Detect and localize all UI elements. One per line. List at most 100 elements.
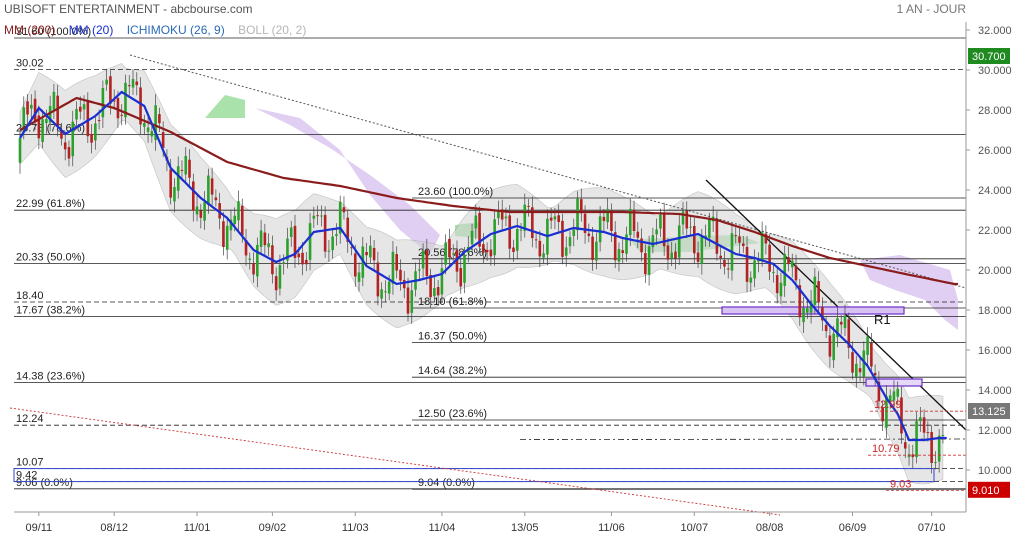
candle-body — [824, 324, 828, 332]
fib-label-mid: 14.64 (38.2%) — [418, 365, 487, 377]
candle-body — [677, 225, 681, 258]
candle-body — [207, 175, 210, 206]
price-level-label: 10.79 — [872, 443, 900, 455]
candle-body — [489, 249, 493, 257]
fib-label-left: 30.02 — [16, 58, 44, 70]
candle-body — [335, 234, 338, 236]
candle-body — [787, 257, 790, 265]
fib-label-left: 14.38 (23.6%) — [16, 370, 85, 382]
candle-body — [41, 119, 44, 142]
period-label: 1 AN - JOUR — [896, 2, 966, 16]
candle-body — [666, 245, 670, 260]
candle-body — [523, 204, 527, 231]
candle-body — [376, 262, 380, 297]
fib-label-mid: 23.60 (100.0%) — [418, 186, 493, 198]
trendline-support — [9, 407, 781, 516]
x-tick-label: 08/12 — [100, 522, 128, 534]
candle-body — [508, 215, 512, 249]
fib-label-mid: 9.04 (0.0%) — [418, 477, 475, 489]
candle-body — [527, 205, 530, 207]
candle-body — [150, 131, 154, 137]
candle-body — [576, 198, 579, 231]
candle-body — [357, 272, 361, 282]
candle-body — [515, 229, 519, 251]
candle-body — [854, 363, 858, 378]
candle-body — [738, 236, 741, 243]
y-tick-label: 30.000 — [978, 65, 1012, 77]
candle-body — [135, 81, 139, 86]
legend-mm20[interactable]: MM (20) — [69, 23, 114, 37]
candle-body — [813, 276, 817, 305]
candle-body — [418, 269, 421, 271]
candle-body — [689, 226, 692, 228]
candle-body — [203, 202, 206, 221]
candle-body — [448, 238, 451, 258]
candle-body — [519, 229, 523, 231]
candle-body — [63, 142, 67, 150]
candle-body — [78, 106, 82, 112]
candle-body — [930, 432, 933, 463]
candle-body — [926, 432, 930, 434]
fib-label-mid: 16.37 (50.0%) — [418, 331, 487, 343]
candle-body — [595, 241, 598, 261]
x-tick-label: 07/10 — [918, 522, 946, 534]
candle-body — [180, 169, 184, 171]
chart-window: 31.60 (100.0%) 30.02 26.78 (78.6%) 22.99 (6… — [0, 0, 1014, 538]
candle-body — [482, 244, 485, 253]
fib-label-mid: 20.56 (78.6%) — [418, 247, 487, 259]
candle-body — [101, 87, 105, 118]
candle-body — [97, 120, 101, 122]
legend-mm200[interactable]: MM (200) — [4, 23, 55, 37]
candle-body — [410, 290, 414, 313]
price-tag-low: 9.010 — [972, 485, 1000, 497]
x-tick-label: 11/04 — [429, 522, 456, 534]
candle-body — [564, 247, 568, 256]
candle-body — [214, 197, 218, 201]
candle-body — [263, 232, 267, 246]
candle-body — [146, 127, 150, 132]
candle-body — [587, 233, 591, 237]
y-tick-label: 14.000 — [978, 385, 1012, 397]
candle-body — [802, 307, 805, 323]
candle-body — [934, 462, 937, 464]
candle-body — [568, 237, 572, 247]
candle-body — [82, 104, 86, 110]
candle-body — [316, 215, 319, 217]
candle-body — [71, 121, 75, 157]
candle-body — [602, 216, 606, 221]
candle-body — [369, 245, 372, 258]
candle-body — [937, 435, 941, 462]
candle-body — [222, 221, 225, 247]
candle-body — [922, 417, 926, 433]
candle-body — [451, 253, 455, 255]
candle-body — [256, 244, 259, 277]
candle-body — [289, 227, 293, 237]
candle-body — [365, 251, 368, 256]
candle-body — [188, 159, 191, 178]
x-tick-label: 06/09 — [839, 522, 867, 534]
candle-body — [56, 95, 59, 126]
candle-body — [919, 417, 922, 422]
candle-body — [312, 215, 316, 219]
candle-body — [94, 123, 97, 141]
candle-body — [45, 118, 48, 123]
legend-boll[interactable]: BOLL (20, 2) — [238, 23, 306, 37]
y-tick-label: 18.000 — [978, 305, 1012, 317]
candle-body — [109, 76, 112, 104]
candle-body — [779, 282, 783, 297]
candle-body — [331, 236, 334, 251]
x-tick-label: 13/05 — [511, 522, 539, 534]
candle-body — [625, 234, 628, 254]
candle-body — [176, 166, 180, 191]
fib-label-left: 9.06 (0.0%) — [16, 477, 73, 489]
candle-body — [903, 442, 907, 449]
candle-body — [832, 333, 835, 361]
candle-body — [75, 108, 78, 120]
candle-body — [444, 242, 447, 265]
legend-ichimoku[interactable]: ICHIMOKU (26, 9) — [127, 23, 225, 37]
price-level-label: 12.99 — [874, 399, 902, 411]
fib-label-left: 18.40 — [16, 290, 44, 302]
candle-body — [105, 79, 108, 85]
candle-body — [297, 253, 301, 258]
candle-body — [301, 252, 304, 265]
